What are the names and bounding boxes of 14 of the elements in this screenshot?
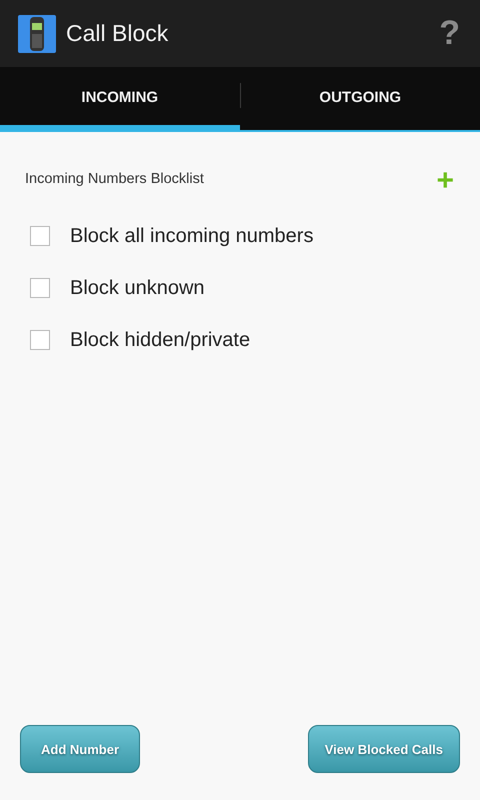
checkbox-label: Block hidden/private (70, 328, 250, 352)
checkbox[interactable] (30, 226, 50, 246)
view-blocked-calls-button[interactable]: View Blocked Calls (308, 725, 460, 773)
tab[interactable]: OUTGOING (240, 67, 480, 130)
section-title: Incoming Numbers Blocklist (25, 171, 204, 187)
tab[interactable]: INCOMING (0, 67, 240, 130)
add-number-button[interactable]: Add Number (20, 725, 140, 773)
app-title: Call Block (66, 20, 170, 47)
checkbox[interactable] (30, 278, 50, 298)
checkbox[interactable] (30, 330, 50, 350)
checkbox-label: Block all incoming numbers (70, 224, 314, 248)
help-button[interactable]: ? (437, 14, 462, 53)
phone-icon (18, 14, 56, 52)
checkbox-label: Block unknown (70, 276, 205, 300)
